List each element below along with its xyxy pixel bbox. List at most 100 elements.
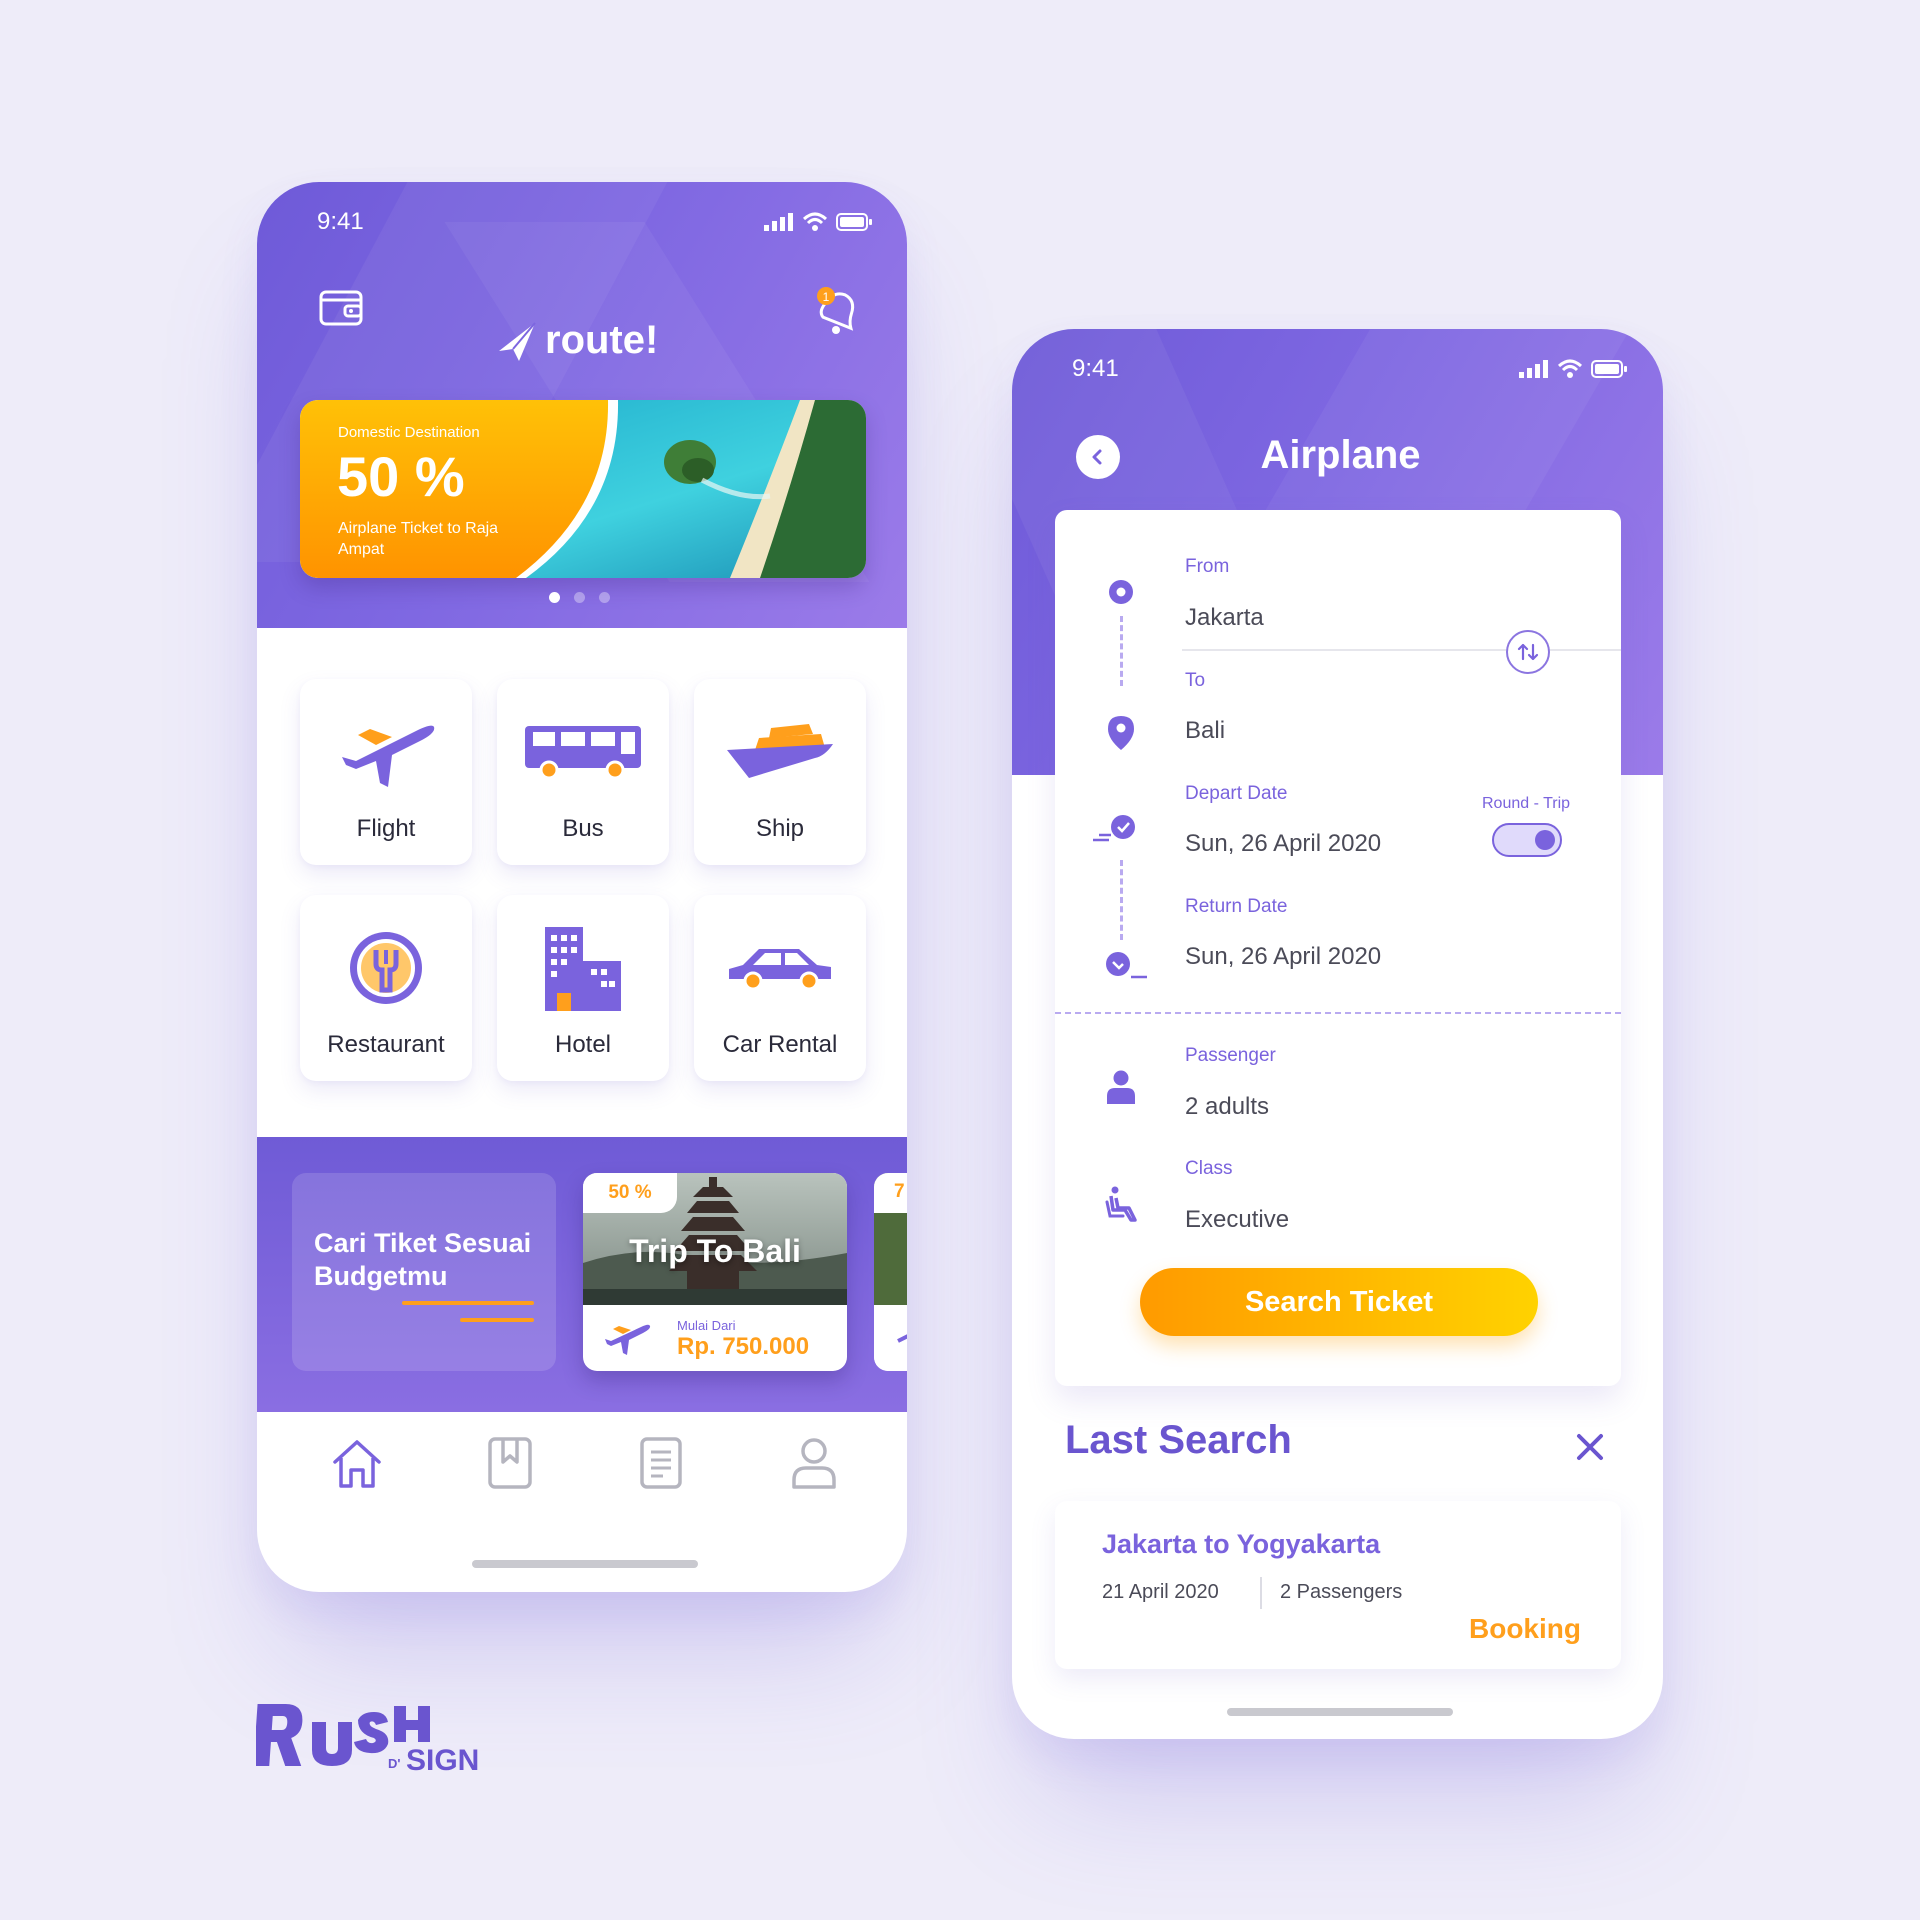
date-connector — [1120, 860, 1123, 940]
round-trip-toggle[interactable] — [1492, 823, 1562, 857]
to-label: To — [1185, 670, 1206, 691]
trip-price: Rp. 750.000 — [677, 1333, 810, 1360]
category-bus[interactable]: Bus — [497, 679, 669, 865]
divider — [1260, 1577, 1262, 1609]
toggle-knob — [1535, 830, 1555, 850]
page-title: Airplane — [1260, 433, 1421, 477]
decor-line — [460, 1318, 534, 1322]
airplane-icon — [605, 1324, 651, 1355]
next-trip-card[interactable]: 7 — [874, 1173, 907, 1371]
restaurant-icon — [346, 925, 426, 1011]
app-logo: route! — [497, 318, 658, 363]
hotel-icon — [543, 925, 623, 1011]
home-screen: 9:41 1 route! Domestic Destination 50 % … — [257, 182, 907, 1592]
category-grid: Flight Bus Ship Restaurant Hotel Car Ren… — [300, 679, 866, 1081]
swap-arrows-icon — [1517, 643, 1539, 661]
last-search-title: Last Search — [1065, 1418, 1292, 1462]
divider — [1182, 649, 1621, 651]
home-icon[interactable] — [329, 1436, 385, 1495]
home-header: 9:41 1 route! Domestic Destination 50 % … — [257, 182, 907, 628]
category-ship[interactable]: Ship — [694, 679, 866, 865]
depart-plane-icon — [1093, 815, 1135, 842]
discount-badge: 7 — [874, 1173, 907, 1213]
bus-icon — [523, 709, 643, 795]
category-label: Bus — [562, 815, 604, 842]
home-indicator[interactable] — [1227, 1708, 1453, 1716]
category-hotel[interactable]: Hotel — [497, 895, 669, 1081]
search-ticket-button[interactable]: Search Ticket — [1140, 1268, 1538, 1336]
trip-title: Trip To Bali — [629, 1233, 801, 1269]
budget-promo-card[interactable]: Cari Tiket Sesuai Budgetmu — [292, 1173, 556, 1371]
discount-badge: 50 % — [583, 1173, 677, 1213]
home-indicator[interactable] — [472, 1560, 698, 1568]
class-label: Class — [1185, 1158, 1233, 1179]
trip-card[interactable]: 50 % Trip To Bali Mulai Dari Rp. 750.000 — [583, 1173, 847, 1371]
budget-promo-text: Cari Tiket Sesuai Budgetmu — [314, 1228, 532, 1291]
status-time: 9:41 — [1072, 355, 1119, 382]
category-label: Hotel — [554, 1031, 612, 1058]
document-icon[interactable] — [639, 1436, 683, 1495]
to-input[interactable]: Bali — [1185, 717, 1225, 745]
logo-text: route! — [545, 318, 659, 362]
section-divider — [1055, 1012, 1621, 1014]
round-trip-label: Round - Trip — [1482, 795, 1571, 812]
booking-link[interactable]: Booking — [1469, 1613, 1581, 1645]
category-car-rental[interactable]: Car Rental — [694, 895, 866, 1081]
return-date-input[interactable]: Sun, 26 April 2020 — [1185, 943, 1381, 971]
promo-banner[interactable]: Domestic Destination 50 % Airplane Ticke… — [300, 400, 866, 578]
from-label: From — [1185, 556, 1230, 577]
location-pin-icon — [1108, 716, 1134, 750]
svg-text:D': D' — [388, 1756, 400, 1771]
rushdesign-logo: D' SIGN — [253, 1698, 516, 1783]
last-search-date: 21 April 2020 — [1102, 1581, 1219, 1603]
carousel-dot[interactable] — [549, 592, 560, 603]
depart-label: Depart Date — [1185, 783, 1288, 804]
svg-text:SIGN: SIGN — [406, 1744, 479, 1777]
notification-badge: 1 — [823, 290, 830, 304]
passenger-input[interactable]: 2 adults — [1185, 1093, 1269, 1121]
seat-icon — [1105, 1186, 1137, 1222]
category-label: Flight — [356, 815, 416, 842]
depart-date-input[interactable]: Sun, 26 April 2020 — [1185, 830, 1381, 858]
search-form: From Jakarta To Bali Depart Date Sun, 26… — [1055, 510, 1621, 1386]
passenger-label: Passenger — [1185, 1045, 1276, 1066]
return-plane-icon — [1106, 952, 1147, 979]
battery-icon — [1591, 360, 1627, 378]
banner-discount: 50 % — [337, 445, 465, 508]
swap-button[interactable] — [1506, 630, 1550, 674]
origin-dot-icon — [1109, 580, 1133, 604]
category-flight[interactable]: Flight — [300, 679, 472, 865]
airplane-screen: 9:41 Airplane From Jakarta To Bali Depar… — [1012, 329, 1663, 1739]
bottom-nav — [257, 1412, 907, 1522]
decor-line — [402, 1301, 534, 1305]
signal-icon — [764, 213, 793, 231]
carousel-dots — [549, 592, 610, 603]
signal-icon — [1519, 360, 1548, 378]
class-input[interactable]: Executive — [1185, 1206, 1289, 1234]
carousel-dot[interactable] — [599, 592, 610, 603]
notification-bell-icon[interactable]: 1 — [812, 282, 862, 343]
ship-icon — [725, 709, 835, 795]
route-connector — [1120, 616, 1123, 686]
category-restaurant[interactable]: Restaurant — [300, 895, 472, 1081]
last-search-card[interactable]: Jakarta to Yogyakarta 21 April 2020 2 Pa… — [1055, 1501, 1621, 1669]
bookmark-icon[interactable] — [487, 1436, 533, 1495]
price-label: Mulai Dari — [677, 1318, 736, 1333]
status-icons — [764, 212, 872, 232]
category-label: Ship — [755, 815, 805, 842]
paper-plane-logo-icon — [499, 321, 536, 361]
return-label: Return Date — [1185, 896, 1288, 917]
from-input[interactable]: Jakarta — [1185, 604, 1264, 632]
status-time: 9:41 — [317, 208, 364, 235]
wifi-icon — [802, 212, 828, 231]
close-icon[interactable] — [1575, 1432, 1605, 1467]
category-label: Restaurant — [327, 1031, 445, 1058]
airplane-icon — [336, 709, 436, 795]
status-icons — [1519, 359, 1627, 379]
wallet-icon[interactable] — [319, 286, 365, 333]
carousel-dot[interactable] — [574, 592, 585, 603]
last-search-passengers: 2 Passengers — [1280, 1581, 1403, 1603]
profile-icon[interactable] — [791, 1436, 837, 1495]
wifi-icon — [1557, 359, 1583, 378]
battery-icon — [836, 213, 872, 231]
